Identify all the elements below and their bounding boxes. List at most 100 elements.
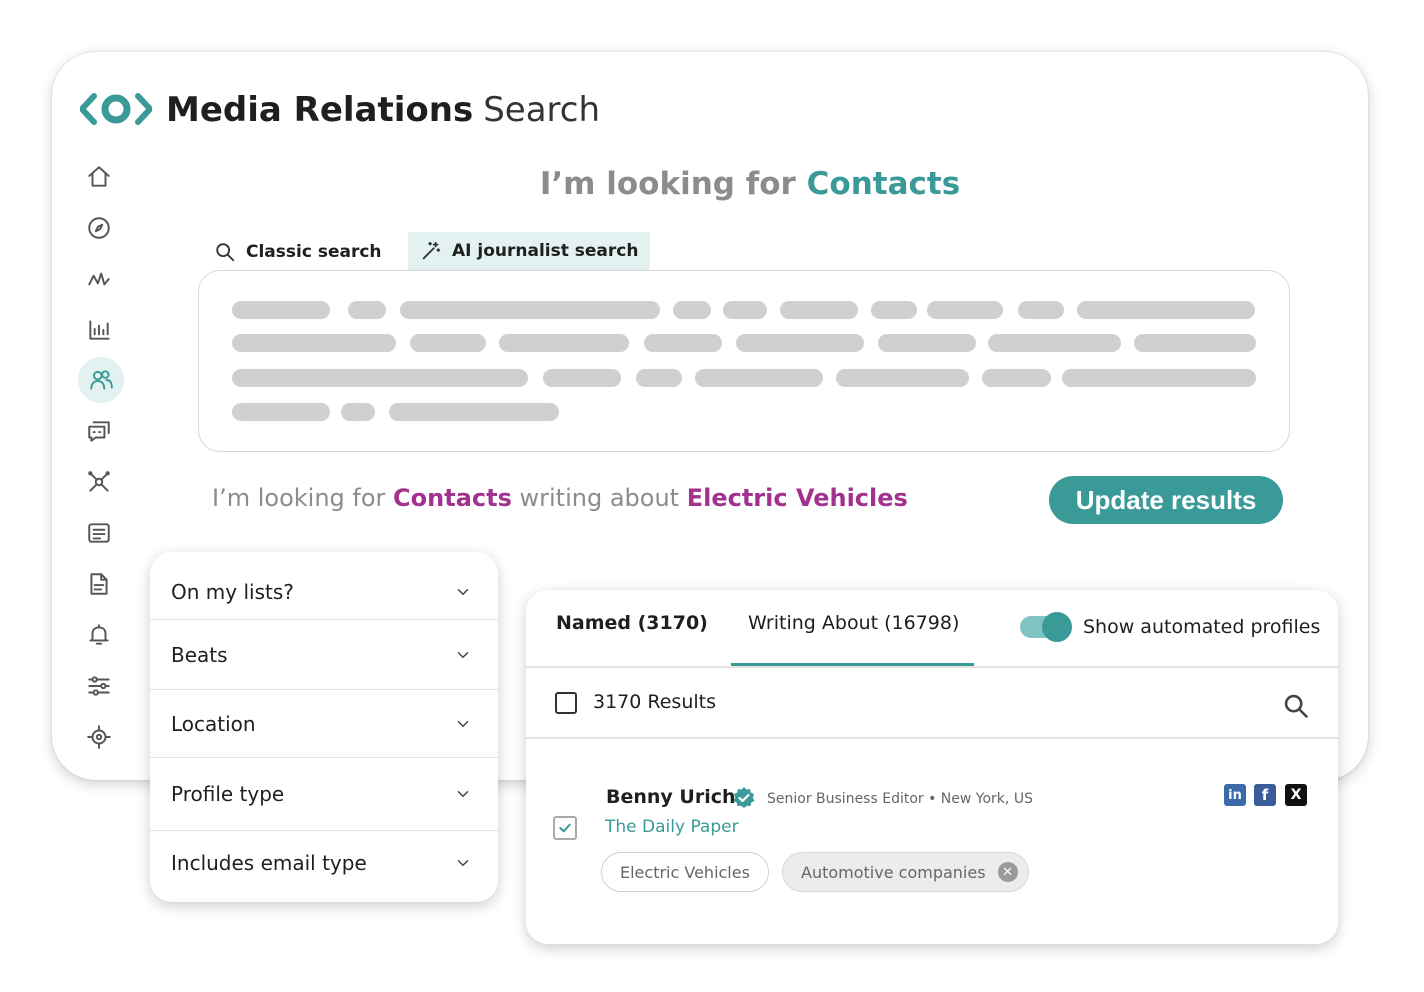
query-summary: I’m looking for Contacts writing about E… — [212, 484, 908, 512]
gear-icon — [87, 725, 111, 749]
verified-icon — [733, 787, 755, 808]
sidebar-item-reports[interactable] — [82, 313, 116, 347]
check-icon — [559, 823, 571, 833]
sidebar-item-documents[interactable] — [82, 567, 116, 601]
query-topic: Electric Vehicles — [686, 484, 908, 512]
results-count: 3170 Results — [593, 691, 716, 713]
chevron-down-icon — [457, 720, 469, 727]
placeholder-line — [1062, 369, 1256, 387]
divider — [526, 666, 1338, 668]
placeholder-line — [636, 369, 682, 387]
topic-chip[interactable]: Electric Vehicles — [601, 852, 769, 892]
search-query-box[interactable] — [198, 270, 1290, 452]
x-icon[interactable]: X — [1285, 784, 1307, 806]
contacts-icon — [90, 370, 113, 390]
placeholder-line — [673, 301, 711, 319]
page-headline: I’m looking for Contacts — [0, 166, 1424, 202]
placeholder-line — [1134, 334, 1256, 352]
tab-classic-label: Classic search — [246, 242, 382, 262]
placeholder-line — [644, 334, 722, 352]
placeholder-line — [389, 403, 559, 421]
filters-panel: On my lists? Beats Location Profile type… — [150, 552, 498, 902]
facebook-icon[interactable]: f — [1254, 784, 1276, 806]
linkedin-icon[interactable]: in — [1224, 784, 1246, 806]
sidebar-item-alerts[interactable] — [82, 618, 116, 652]
placeholder-line — [232, 369, 528, 387]
placeholder-line — [982, 369, 1051, 387]
tab-writing-about[interactable]: Writing About (16798) — [748, 612, 959, 634]
app-title: Media Relations Search — [166, 90, 600, 130]
headline-prefix: I’m looking for — [539, 166, 796, 202]
sidebar-item-filters[interactable] — [82, 669, 116, 703]
sidebar-item-settings[interactable] — [82, 720, 116, 754]
placeholder-line — [348, 301, 386, 319]
tab-classic-search[interactable]: Classic search — [214, 232, 382, 272]
placeholder-line — [1077, 301, 1255, 319]
placeholder-line — [232, 403, 330, 421]
tab-named[interactable]: Named (3170) — [556, 612, 708, 634]
search-icon[interactable] — [1282, 692, 1310, 720]
placeholder-line — [736, 334, 864, 352]
chip-label: Automotive companies — [801, 862, 986, 882]
headline-entity: Contacts — [806, 166, 961, 202]
tab-ai-label: AI journalist search — [452, 241, 639, 261]
newsroom-icon — [88, 523, 110, 543]
filter-location[interactable]: Location — [150, 690, 498, 758]
magic-wand-icon — [422, 241, 441, 260]
placeholder-line — [1018, 301, 1064, 319]
filter-includes-email-type[interactable]: Includes email type — [150, 831, 498, 902]
placeholder-line — [780, 301, 858, 319]
placeholder-line — [499, 334, 629, 352]
sidebar-item-analytics[interactable] — [82, 262, 116, 296]
placeholder-line — [400, 301, 660, 319]
placeholder-line — [232, 334, 396, 352]
chevron-down-icon — [457, 791, 469, 797]
tab-ai-search[interactable]: AI journalist search — [408, 232, 651, 273]
divider — [526, 737, 1338, 739]
sliders-icon — [88, 676, 110, 696]
placeholder-line — [988, 334, 1121, 352]
bar-chart-icon — [89, 320, 110, 340]
query-part1: I’m looking for — [212, 484, 394, 512]
topic-chip[interactable]: Automotive companies ✕ — [782, 852, 1029, 892]
placeholder-line — [410, 334, 486, 352]
sidebar-item-newsroom[interactable] — [82, 516, 116, 550]
sidebar-item-explore[interactable] — [82, 211, 116, 245]
bell-icon — [89, 624, 109, 645]
chevron-down-icon — [457, 651, 469, 658]
app-title-strong: Media Relations — [166, 90, 474, 130]
update-results-button[interactable]: Update results — [1049, 476, 1283, 524]
placeholder-line — [543, 369, 621, 387]
logo-icon — [80, 93, 152, 125]
sidebar-item-network[interactable] — [82, 465, 116, 499]
analytics-icon — [88, 272, 110, 286]
contact-name[interactable]: Benny Urich — [606, 786, 736, 808]
query-entity: Contacts — [393, 484, 512, 512]
placeholder-line — [871, 301, 917, 319]
sidebar-item-messages[interactable] — [82, 414, 116, 448]
placeholder-line — [723, 301, 767, 319]
chevron-down-icon — [457, 588, 469, 595]
filter-on-my-lists[interactable]: On my lists? — [150, 552, 498, 620]
placeholder-line — [695, 369, 823, 387]
filter-label: Location — [171, 711, 256, 736]
document-icon — [90, 573, 108, 595]
filter-profile-type[interactable]: Profile type — [150, 758, 498, 831]
chevron-down-icon — [457, 859, 469, 866]
results-panel: Named (3170) Writing About (16798) Show … — [526, 590, 1338, 944]
placeholder-line — [341, 403, 375, 421]
contact-outlet[interactable]: The Daily Paper — [605, 817, 739, 837]
filter-label: Includes email type — [171, 850, 367, 875]
chip-label: Electric Vehicles — [620, 862, 750, 882]
close-icon[interactable]: ✕ — [997, 862, 1018, 882]
contact-meta: Senior Business Editor • New York, US — [767, 791, 1033, 807]
contact-checkbox[interactable] — [553, 816, 577, 840]
sidebar-item-contacts[interactable] — [78, 357, 124, 403]
placeholder-line — [232, 301, 330, 319]
chat-icon — [88, 421, 110, 442]
toggle-label: Show automated profiles — [1083, 616, 1321, 638]
select-all-checkbox[interactable] — [555, 692, 577, 714]
filter-beats[interactable]: Beats — [150, 620, 498, 690]
filter-label: Profile type — [171, 782, 285, 806]
toggle-knob[interactable] — [1042, 612, 1072, 642]
